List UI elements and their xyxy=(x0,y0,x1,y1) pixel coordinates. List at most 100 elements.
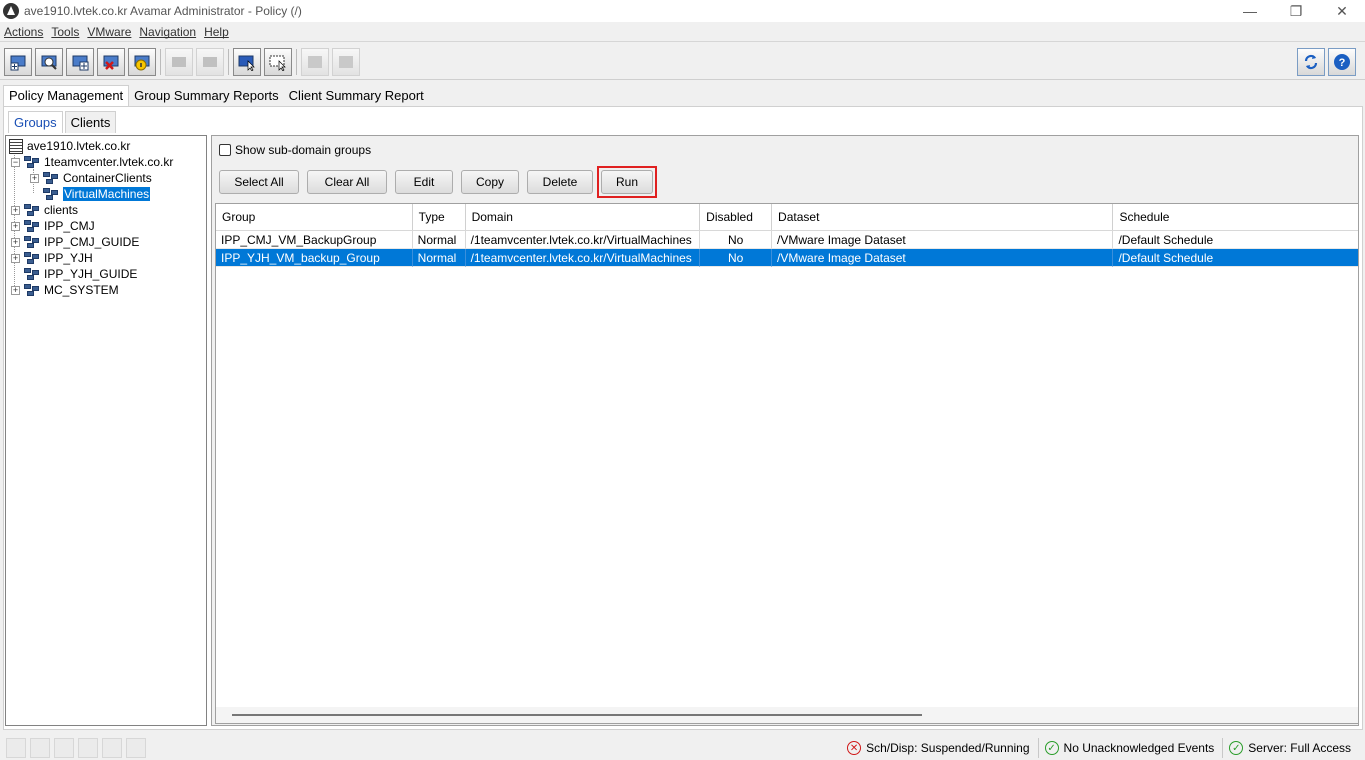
column-header-schedule[interactable]: Schedule xyxy=(1113,204,1358,230)
edit-button[interactable]: Edit xyxy=(395,170,453,194)
column-header-group[interactable]: Group xyxy=(216,204,413,230)
minimize-button[interactable]: — xyxy=(1227,0,1273,22)
cell-dataset: /VMware Image Dataset xyxy=(772,249,1114,267)
menu-actions[interactable]: Actions xyxy=(4,25,43,39)
cell-type: Normal xyxy=(412,249,466,267)
menu-bar: Actions Tools VMware Navigation Help xyxy=(0,22,1365,42)
column-header-dataset[interactable]: Dataset xyxy=(772,204,1114,230)
menu-navigation[interactable]: Navigation xyxy=(139,25,196,39)
policy-delete-icon xyxy=(103,55,119,70)
tab-clients[interactable]: Clients xyxy=(64,111,117,133)
tree-node-label: clients xyxy=(44,203,79,217)
show-subdomain-checkbox[interactable] xyxy=(219,144,231,156)
table-row[interactable]: IPP_CMJ_VM_BackupGroup Normal /1teamvcen… xyxy=(216,231,1358,249)
avamar-logo-icon xyxy=(3,3,19,19)
run-button[interactable]: Run xyxy=(601,170,653,194)
tree-node-ipp-yjh[interactable]: + IPP_YJH xyxy=(11,250,93,266)
refresh-button[interactable] xyxy=(1297,48,1325,76)
domain-icon xyxy=(24,267,40,281)
expand-icon[interactable]: + xyxy=(11,253,20,263)
delete-button[interactable]: Delete xyxy=(527,170,593,194)
status-disabled-icon-3 xyxy=(54,738,74,758)
column-header-disabled[interactable]: Disabled xyxy=(700,204,773,230)
tree-node-ipp-cmj-guide[interactable]: + IPP_CMJ_GUIDE xyxy=(11,234,139,250)
tree-node-containerclients[interactable]: + ContainerClients xyxy=(30,170,152,186)
tree-node-label: MC_SYSTEM xyxy=(44,283,119,297)
select-view-button[interactable] xyxy=(233,47,261,76)
tree-node-virtualmachines[interactable]: VirtualMachines xyxy=(30,186,151,202)
delete-group-button[interactable] xyxy=(97,47,125,76)
maximize-button[interactable]: ❐ xyxy=(1273,0,1319,22)
groups-panel: Show sub-domain groups Select All Clear … xyxy=(211,135,1359,726)
tree-node-label: 1teamvcenter.lvtek.co.kr xyxy=(44,155,174,169)
disabled-icon-3 xyxy=(308,55,322,68)
toolbar-separator xyxy=(160,48,161,75)
toolbar-separator xyxy=(228,48,229,75)
menu-help[interactable]: Help xyxy=(204,25,229,39)
tree-node-1teamvcenter[interactable]: − 1teamvcenter.lvtek.co.kr xyxy=(11,154,173,170)
policy-new-icon xyxy=(10,55,26,70)
status-disabled-icon-5 xyxy=(102,738,122,758)
sub-tabs: Groups Clients xyxy=(8,111,118,133)
column-header-type[interactable]: Type xyxy=(413,204,466,230)
tree-node-root[interactable]: ave1910.lvtek.co.kr xyxy=(9,138,130,154)
tab-policy-management[interactable]: Policy Management xyxy=(3,85,130,106)
svg-text:?: ? xyxy=(1339,57,1346,69)
tree-node-mc-system[interactable]: + MC_SYSTEM xyxy=(11,282,119,298)
server-icon xyxy=(9,138,23,154)
horizontal-scrollbar[interactable] xyxy=(216,707,1358,723)
domain-icon xyxy=(43,187,59,201)
cell-disabled: No xyxy=(700,249,773,267)
select-list-icon xyxy=(269,55,286,71)
disabled-icon-1 xyxy=(172,56,186,67)
expand-icon[interactable]: + xyxy=(30,173,39,183)
tab-group-summary-reports[interactable]: Group Summary Reports xyxy=(129,86,284,106)
tree-node-ipp-cmj[interactable]: + IPP_CMJ xyxy=(11,218,95,234)
cell-group: IPP_YJH_VM_backup_Group xyxy=(216,249,413,267)
close-button[interactable]: ✕ xyxy=(1319,0,1365,22)
status-disabled-icon-1 xyxy=(6,738,26,758)
cell-schedule: /Default Schedule xyxy=(1113,231,1358,249)
show-subdomain-option[interactable]: Show sub-domain groups xyxy=(219,143,371,157)
toolbar: ? xyxy=(0,44,1365,80)
status-disabled-icon-4 xyxy=(78,738,98,758)
scheduler-status[interactable]: ✕ Sch/Disp: Suspended/Running xyxy=(841,738,1037,758)
select-view-icon xyxy=(238,55,255,71)
events-status[interactable]: ✓ No Unacknowledged Events xyxy=(1037,738,1223,758)
table-row[interactable]: IPP_YJH_VM_backup_Group Normal /1teamvce… xyxy=(216,249,1358,267)
search-group-button[interactable] xyxy=(35,47,63,76)
tree-node-label: IPP_CMJ xyxy=(44,219,95,233)
group-info-button[interactable] xyxy=(128,47,156,76)
help-icon: ? xyxy=(1334,54,1350,70)
expand-icon[interactable]: + xyxy=(11,221,20,231)
clear-all-button[interactable]: Clear All xyxy=(307,170,387,194)
select-list-button[interactable] xyxy=(264,47,292,76)
expand-icon[interactable]: + xyxy=(11,205,20,215)
tree-node-clients[interactable]: + clients xyxy=(11,202,78,218)
expand-icon[interactable]: + xyxy=(11,285,20,295)
events-status-text: No Unacknowledged Events xyxy=(1063,741,1215,755)
cell-disabled: No xyxy=(700,231,773,249)
copy-button[interactable]: Copy xyxy=(461,170,519,194)
column-header-domain[interactable]: Domain xyxy=(466,204,701,230)
expand-icon[interactable]: + xyxy=(11,237,20,247)
title-bar: ave1910.lvtek.co.kr Avamar Administrator… xyxy=(0,0,1365,22)
collapse-icon[interactable]: − xyxy=(11,157,20,167)
tab-client-summary-report[interactable]: Client Summary Report xyxy=(284,86,429,106)
scrollbar-thumb[interactable] xyxy=(232,714,922,716)
select-all-button[interactable]: Select All xyxy=(219,170,299,194)
cell-type: Normal xyxy=(412,231,466,249)
menu-tools[interactable]: Tools xyxy=(51,25,79,39)
cell-schedule: /Default Schedule xyxy=(1113,249,1358,267)
server-status[interactable]: ✓ Server: Full Access xyxy=(1222,738,1359,758)
add-member-button[interactable] xyxy=(66,47,94,76)
disabled-toolbar-button-1 xyxy=(165,47,193,76)
menu-vmware[interactable]: VMware xyxy=(87,25,131,39)
new-group-button[interactable] xyxy=(4,47,32,76)
tree-node-ipp-yjh-guide[interactable]: IPP_YJH_GUIDE xyxy=(11,266,137,282)
tab-groups[interactable]: Groups xyxy=(8,111,63,133)
help-button[interactable]: ? xyxy=(1328,48,1356,76)
policy-info-icon xyxy=(134,55,150,70)
